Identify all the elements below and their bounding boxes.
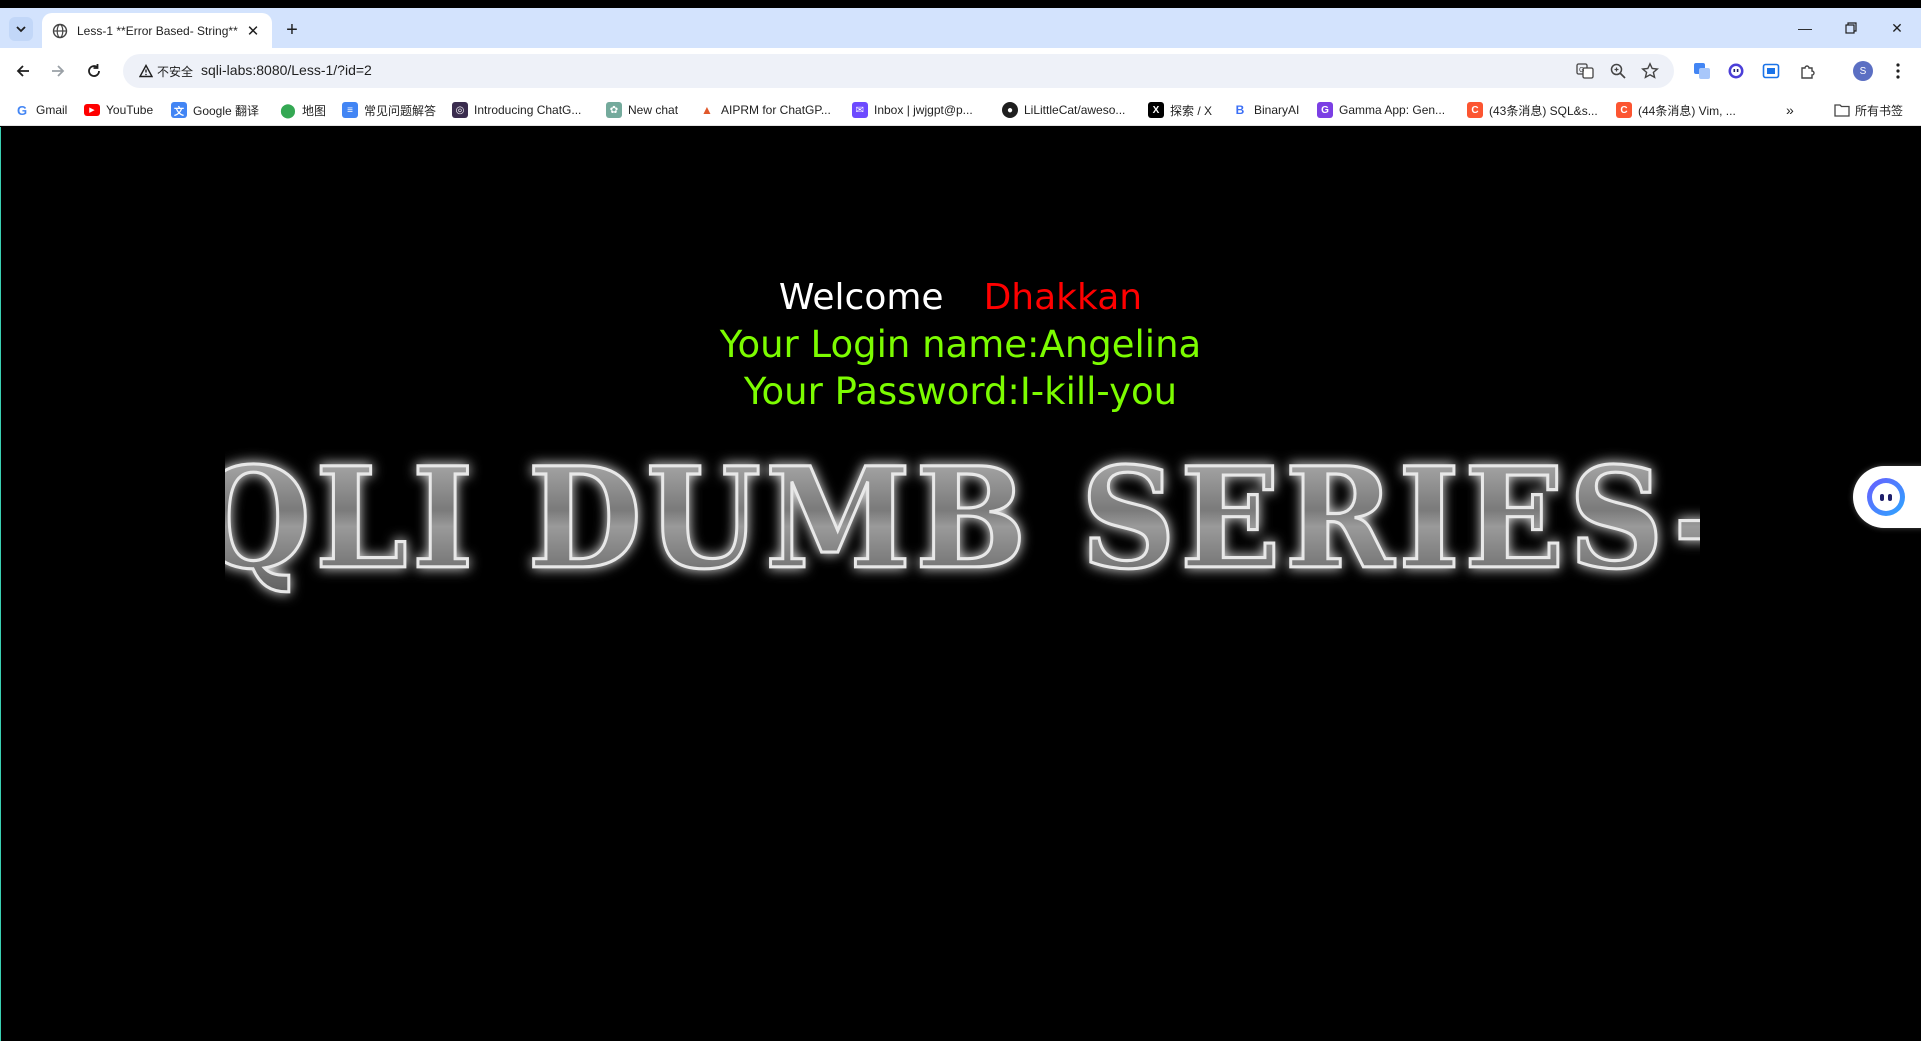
reload-icon [88,64,100,77]
bookmark-x[interactable]: X 探索 / X [1148,100,1212,120]
reload-button[interactable] [80,57,108,85]
svg-text:G: G [1579,67,1584,74]
bookmark-csdn-vim[interactable]: C (44条消息) Vim, ... [1616,100,1736,120]
chevron-down-icon [16,26,26,33]
all-bookmarks-label: 所有书签 [1855,103,1904,118]
openai-icon: ✿ [606,102,622,118]
bookmark-label: 常见问题解答 [364,103,437,118]
bookmark-star-icon[interactable] [1639,60,1661,82]
youtube-icon: ▶ [84,104,100,116]
address-bar[interactable]: 不安全 sqli-labs:8080/Less-1/?id=2 G [123,54,1674,88]
bookmark-aiprm[interactable]: ▲ AIPRM for ChatGP... [699,100,831,120]
window-left-edge [0,127,1,1041]
tab-active[interactable]: Less-1 **Error Based- String** ✕ [42,13,272,48]
banner-logo: SQLI DUMB SERIES-1 [95,435,1825,601]
bookmark-faq[interactable]: ≡ 常见问题解答 [342,100,436,120]
binaryai-icon: B [1235,103,1245,117]
floating-assistant-button[interactable] [1853,466,1921,528]
avatar: S [1853,61,1873,81]
bookmark-github[interactable]: ● LiLittleCat/aweso... [1002,100,1125,120]
doc-icon: ≡ [342,102,358,118]
bookmark-label: Introducing ChatG... [474,103,582,117]
bookmark-inbox[interactable]: ✉ Inbox | jwjgpt@p... [852,100,973,120]
close-tab-icon[interactable]: ✕ [244,22,262,40]
bookmark-label: Gmail [36,103,68,117]
tab-title: Less-1 **Error Based- String** [77,23,238,38]
arrow-left-icon [16,65,29,77]
tab-strip: Less-1 **Error Based- String** ✕ + — ✕ [0,8,1921,48]
maps-icon: ⬤ [280,101,296,118]
bookmark-maps[interactable]: ⬤ 地图 [280,100,326,120]
restore-icon [1845,22,1857,34]
banner-text: SQLI DUMB SERIES-1 [225,437,1700,600]
x-icon: X [1148,102,1164,118]
bookmark-introducing-chatgpt[interactable]: ◎ Introducing ChatG... [452,100,581,120]
profile-button[interactable]: S [1851,59,1875,83]
bookmarks-bar: G Gmail ▶ YouTube 文 Google 翻译 ⬤ 地图 ≡ 常见问… [0,94,1921,126]
url-text[interactable]: sqli-labs:8080/Less-1/?id=2 [201,62,372,78]
translate-extension-icon[interactable] [1690,59,1714,83]
bookmark-csdn-sql[interactable]: C (43条消息) SQL&s... [1467,100,1598,120]
bookmark-gamma[interactable]: G Gamma App: Gen... [1317,100,1445,120]
aiprm-icon: ▲ [701,103,713,117]
forward-button[interactable] [44,57,72,85]
close-window-button[interactable]: ✕ [1879,15,1915,41]
csdn-icon: C [1616,102,1632,118]
github-icon: ● [1002,102,1018,118]
globe-icon [52,23,68,38]
username-text: Dhakkan [983,277,1143,318]
bookmark-label: 探索 / X [1170,103,1213,118]
warning-icon [139,64,153,78]
bookmark-label: New chat [628,103,679,117]
bookmark-gmail[interactable]: G Gmail [14,100,67,120]
welcome-line: Welcome Dhakkan [0,275,1921,321]
chatgpt-icon: ◎ [452,102,468,118]
new-tab-button[interactable]: + [280,18,304,42]
arrow-right-icon [52,65,65,77]
screenshot-extension-icon[interactable] [1759,59,1783,83]
translate-icon: 文 [171,102,187,118]
google-icon: G [16,102,28,118]
more-menu-icon[interactable] [1886,59,1910,83]
bookmark-label: Inbox | jwjgpt@p... [874,103,973,117]
bookmark-binaryai[interactable]: B BinaryAI [1232,100,1300,120]
puzzle-icon[interactable] [1796,59,1820,83]
proton-icon: ✉ [852,102,868,118]
tab-search-button[interactable] [9,17,33,41]
bookmark-google-translate[interactable]: 文 Google 翻译 [171,100,259,120]
restore-button[interactable] [1833,15,1869,41]
assistant-extension-icon[interactable] [1724,59,1748,83]
bookmark-label: (43条消息) SQL&s... [1489,103,1598,118]
bookmarks-overflow-button[interactable]: » [1786,100,1794,120]
bookmark-new-chat[interactable]: ✿ New chat [606,100,678,120]
bookmark-label: 地图 [302,103,327,118]
bookmark-label: AIPRM for ChatGP... [721,103,831,117]
series-banner: SQLI DUMB SERIES-1 [95,381,1825,631]
bookmark-youtube[interactable]: ▶ YouTube [84,100,153,120]
bookmark-label: BinaryAI [1254,103,1300,117]
minimize-button[interactable]: — [1787,15,1823,41]
bookmark-label: YouTube [106,103,154,117]
security-label: 不安全 [157,64,194,79]
security-indicator[interactable]: 不安全 [131,59,201,83]
translate-page-icon[interactable]: G [1574,60,1596,82]
browser-toolbar: 不安全 sqli-labs:8080/Less-1/?id=2 G S [0,48,1921,94]
login-name-line: Your Login name:Angelina [719,323,1202,366]
assistant-face [1872,483,1900,511]
all-bookmarks-button[interactable]: 所有书签 [1834,100,1903,120]
bookmark-label: LiLittleCat/aweso... [1024,103,1126,117]
back-button[interactable] [9,57,37,85]
welcome-text: Welcome [778,277,944,318]
gamma-icon: G [1317,102,1333,118]
bookmark-label: Google 翻译 [193,103,260,118]
folder-icon [1834,104,1850,117]
bookmark-label: (44条消息) Vim, ... [1638,103,1736,118]
zoom-icon[interactable] [1607,60,1629,82]
double-chevron-right-icon: » [1786,102,1794,118]
window-top-edge [0,0,1921,8]
csdn-icon: C [1467,102,1483,118]
bookmark-label: Gamma App: Gen... [1339,103,1446,117]
assistant-icon [1867,478,1905,516]
